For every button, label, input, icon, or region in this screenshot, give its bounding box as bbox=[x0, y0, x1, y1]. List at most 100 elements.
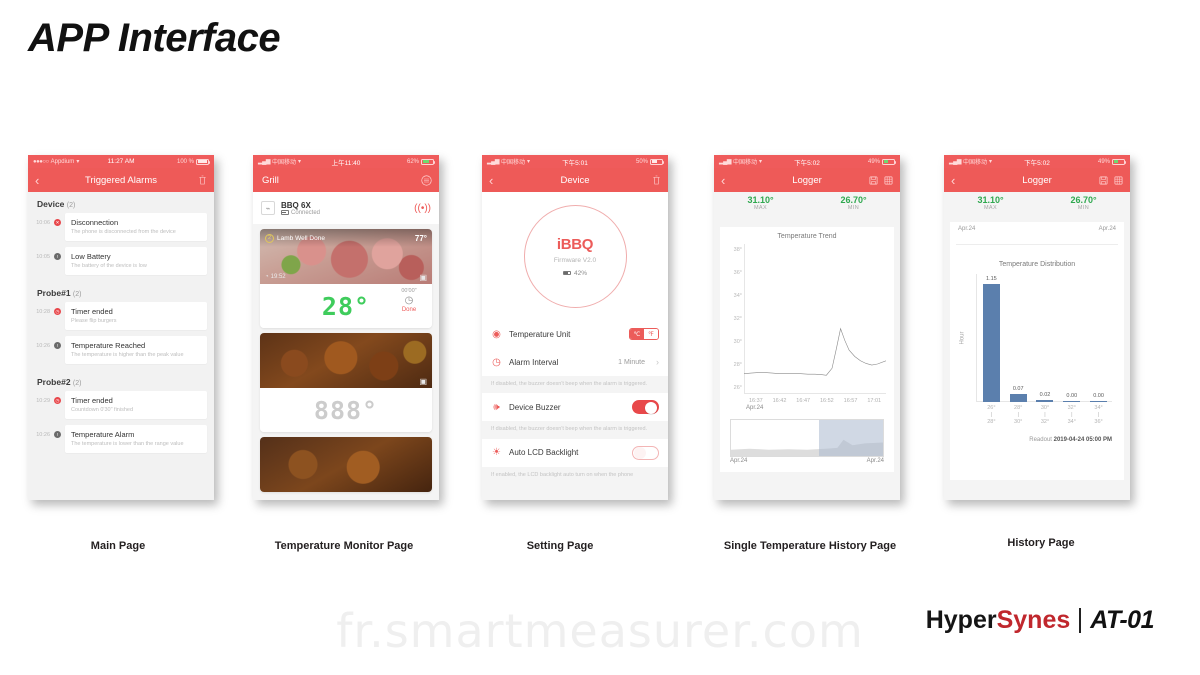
device-bar[interactable]: ⌁ BBQ 6X Connected ((•)) bbox=[253, 192, 439, 224]
alarm-section: Device (2) 10:06 ✕ Disconnection The pho… bbox=[35, 192, 207, 275]
stopwatch-icon: ◷ bbox=[404, 295, 414, 306]
probe-card-2[interactable]: ▣ 888° bbox=[260, 333, 432, 432]
unit-celsius[interactable]: ℃ bbox=[630, 329, 644, 339]
carrier-label: 中国移动 bbox=[962, 160, 987, 166]
device-buzzer-toggle[interactable] bbox=[632, 400, 659, 415]
probe-photo[interactable] bbox=[260, 437, 432, 492]
readout: Readout 2019-04-24 05:00 PM bbox=[962, 437, 1112, 443]
brand-name-part2: Synes bbox=[996, 606, 1071, 634]
status-bar: ▂▄▆ 中国移动 ▾ 上午11:40 62% bbox=[253, 155, 439, 168]
probe-card-3[interactable] bbox=[260, 437, 432, 492]
bar-value-label: 0.00 bbox=[1066, 392, 1078, 399]
list-item[interactable]: 10:06 ✕ Disconnection The phone is disco… bbox=[35, 213, 207, 241]
timer-icon: ◷ bbox=[54, 397, 61, 404]
alarm-subtitle: The phone is disconnected from the devic… bbox=[71, 229, 176, 235]
camera-icon[interactable]: ▣ bbox=[419, 273, 427, 282]
nav-title: Device bbox=[560, 174, 590, 186]
bar-value-label: 0.07 bbox=[1012, 386, 1024, 393]
setting-label: Device Buzzer bbox=[509, 402, 561, 412]
setting-row-alarm-interval[interactable]: ◷ Alarm Interval 1 Minute › bbox=[482, 348, 668, 376]
list-item[interactable]: 10:28 ◷ Timer ended Please flip burgers bbox=[35, 302, 207, 330]
stat-max: 31.10° MAX bbox=[944, 192, 1037, 222]
chart-plot-area[interactable]: 38° 36° 34° 32° 30° 28° 26° bbox=[734, 244, 886, 394]
section-header: Probe#1 (2) bbox=[37, 288, 82, 298]
caption-single-temperature-history-page: Single Temperature History Page bbox=[723, 540, 897, 552]
battery-icon bbox=[562, 270, 571, 276]
bar-value-label: 0.00 bbox=[1093, 392, 1104, 399]
save-icon[interactable] bbox=[869, 176, 878, 185]
list-item[interactable]: 10:26 ! Temperature Reached The temperat… bbox=[35, 336, 207, 364]
readout-label: Readout bbox=[1029, 436, 1052, 443]
caption-main-page: Main Page bbox=[90, 540, 146, 552]
setting-row-auto-lcd-backlight[interactable]: ☀ Auto LCD Backlight bbox=[482, 438, 668, 467]
probe-photo[interactable]: ▣ bbox=[260, 333, 432, 388]
device-hero: iBBQ Firmware V2.0 42% bbox=[482, 192, 668, 320]
table-icon[interactable] bbox=[1114, 176, 1123, 185]
phone-history-page: ▂▄▆ 中国移动 ▾ 下午5:02 49% ‹ Logger 31.10° MA… bbox=[944, 155, 1130, 500]
range-start: Apr.24 bbox=[730, 458, 748, 464]
alarm-title: Timer ended bbox=[71, 307, 113, 316]
probe-photo[interactable]: 2 Lamb Well Done 77° ◔ 19:52 ▣ bbox=[260, 229, 432, 284]
stat-min: 26.70° MIN bbox=[1037, 192, 1130, 222]
probe-timer[interactable]: 00'00" ◷ Done bbox=[394, 288, 424, 313]
battery-icon bbox=[196, 158, 211, 165]
trash-icon[interactable] bbox=[652, 175, 661, 185]
temperature-unit-toggle[interactable]: ℃ ℉ bbox=[629, 328, 659, 340]
wifi-icon: ▾ bbox=[298, 159, 302, 165]
battery-percent: 49% bbox=[1097, 158, 1110, 165]
nav-bar: ‹ Logger bbox=[944, 168, 1130, 192]
list-item[interactable]: 10:26 ! Temperature Alarm The temperatur… bbox=[35, 425, 207, 453]
unit-fahrenheit[interactable]: ℉ bbox=[644, 329, 658, 339]
back-button[interactable]: ‹ bbox=[35, 174, 39, 187]
status-bar: ▂▄▆ 中国移动 ▾ 下午5:01 50% bbox=[482, 155, 668, 168]
bar-value-label: 0.02 bbox=[1039, 391, 1051, 398]
nav-bar: ‹ Triggered Alarms bbox=[28, 168, 214, 192]
bar-column[interactable]: 0.07 bbox=[1005, 274, 1032, 402]
setting-row-device-buzzer[interactable]: 🕪 Device Buzzer bbox=[482, 393, 668, 422]
back-button[interactable]: ‹ bbox=[721, 174, 725, 187]
alarm-time: 10:06 bbox=[36, 220, 50, 226]
alarm-subtitle: Countdown 0'30" finished bbox=[71, 407, 134, 413]
trash-icon[interactable] bbox=[198, 175, 207, 185]
probe-card-1[interactable]: 2 Lamb Well Done 77° ◔ 19:52 ▣ 28° 00'00… bbox=[260, 229, 432, 328]
y-tick-label: 36° bbox=[733, 270, 742, 276]
bar-column[interactable]: 0.00 bbox=[1085, 274, 1112, 402]
phone-setting-page: ▂▄▆ 中国移动 ▾ 下午5:01 50% ‹ Device iBBQ Firm… bbox=[482, 155, 668, 500]
menu-icon[interactable] bbox=[421, 174, 432, 186]
bar-column[interactable]: 0.00 bbox=[1058, 274, 1085, 402]
battery-icon bbox=[1112, 158, 1126, 165]
x-tick-label: 16:47 bbox=[796, 398, 811, 404]
chart-plot-area[interactable]: Hour 1.15 0.07 0.02 0.00 0.00 bbox=[960, 273, 1112, 402]
status-time: 下午5:02 bbox=[794, 159, 820, 167]
list-item[interactable]: 10:29 ◷ Timer ended Countdown 0'30" fini… bbox=[35, 391, 207, 419]
range-dates: Apr.24 Apr.24 bbox=[730, 458, 884, 464]
alarm-list[interactable]: Device (2) 10:06 ✕ Disconnection The pho… bbox=[28, 192, 214, 500]
phone-single-temperature-history-page: ▂▄▆ 中国移动 ▾ 下午5:02 49% ‹ Logger 31.10° MA… bbox=[714, 155, 900, 500]
range-selector[interactable] bbox=[730, 419, 884, 457]
list-item[interactable]: 10:05 ! Low Battery The battery of the d… bbox=[35, 247, 207, 275]
battery-alert-icon: ! bbox=[54, 253, 61, 260]
auto-lcd-backlight-toggle[interactable] bbox=[632, 445, 659, 460]
back-button[interactable]: ‹ bbox=[951, 174, 955, 187]
battery-icon bbox=[421, 158, 436, 165]
y-tick-label: 26° bbox=[733, 385, 742, 391]
bar-column[interactable]: 1.15 bbox=[978, 274, 1005, 402]
y-axis-label: Hour bbox=[959, 331, 966, 345]
y-axis bbox=[976, 273, 977, 402]
status-time: 11:27 AM bbox=[107, 158, 135, 165]
alarm-title: Temperature Alarm bbox=[71, 430, 135, 439]
setting-row-temperature-unit[interactable]: ◉ Temperature Unit ℃ ℉ bbox=[482, 320, 668, 348]
alarm-section: Probe#1 (2) 10:28 ◷ Timer ended Please f… bbox=[35, 281, 207, 364]
save-icon[interactable] bbox=[1099, 176, 1108, 185]
brightness-icon: ☀ bbox=[492, 447, 501, 458]
wifi-icon: ▾ bbox=[759, 159, 763, 165]
camera-icon[interactable]: ▣ bbox=[419, 377, 427, 386]
min-max-stats: 31.10° MAX 26.70° MIN bbox=[714, 192, 900, 222]
bar-column[interactable]: 0.02 bbox=[1032, 274, 1059, 402]
range-selection[interactable] bbox=[819, 420, 883, 456]
readout-value: 2019-04-24 05:00 PM bbox=[1053, 436, 1112, 443]
table-icon[interactable] bbox=[884, 176, 893, 185]
back-button[interactable]: ‹ bbox=[489, 174, 493, 187]
bar-rect bbox=[1090, 400, 1108, 402]
signal-bars-icon: ▂▄▆ bbox=[258, 159, 270, 165]
